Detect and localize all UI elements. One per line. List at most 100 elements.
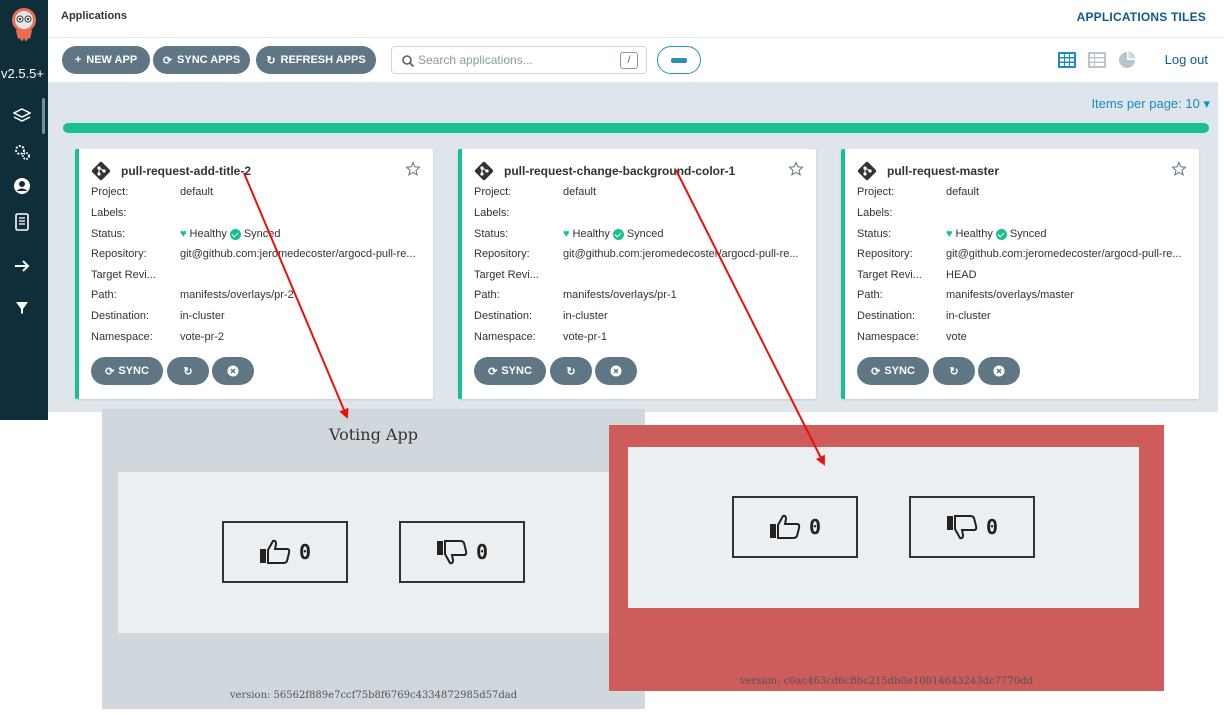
app-name[interactable]: pull-request-add-title-2 [121, 164, 251, 178]
refresh-button[interactable]: ↻ [167, 357, 209, 385]
user-icon[interactable] [12, 176, 32, 196]
thumbs-down-icon [436, 540, 468, 565]
app-card[interactable]: pull-request-change-background-color-1 Pr… [458, 149, 816, 399]
field-label: Repository: [474, 248, 530, 260]
layers-icon[interactable] [12, 106, 32, 126]
docs-icon[interactable] [12, 212, 32, 232]
heart-icon: ♥ [180, 228, 187, 240]
refresh-icon: ↻ [566, 365, 576, 378]
active-indicator [42, 98, 45, 134]
field-value: default [946, 186, 980, 198]
app-card[interactable]: pull-request-master Project: default Labels… [841, 149, 1199, 399]
star-icon[interactable] [788, 161, 804, 177]
close-circle-icon [610, 365, 622, 377]
field-label: Path: [474, 289, 500, 301]
field-label: Namespace: [91, 331, 153, 343]
field-value: default [180, 186, 214, 198]
check-circle-icon [229, 228, 241, 240]
field-label: Status: [474, 228, 509, 240]
voting-app-pr1: 0 0 version: c0ac463cd6c8bc215db0e100146… [609, 425, 1164, 691]
field-label: Namespace: [857, 331, 919, 343]
caret-down-icon: ▾ [1203, 96, 1210, 111]
app-name[interactable]: pull-request-master [887, 164, 999, 178]
vote-down-button[interactable]: 0 [909, 496, 1035, 558]
field-label: Destination: [474, 310, 533, 322]
field-label: Destination: [857, 310, 916, 322]
sync-button[interactable]: ⟳ SYNC [857, 357, 929, 385]
vote-panel: 0 0 [118, 472, 629, 633]
search-shortcut-hint: / [620, 52, 638, 69]
delete-button[interactable] [978, 357, 1020, 385]
field-value: git@github.com:jeromedecoster/argocd-pul… [946, 248, 1182, 260]
field-value: in-cluster [946, 310, 991, 322]
star-icon[interactable] [405, 161, 421, 177]
summary-view-icon[interactable] [1117, 51, 1137, 69]
vote-up-button[interactable]: 0 [222, 521, 348, 583]
new-app-label: NEW APP [86, 54, 138, 66]
top-bar: Applications APPLICATIONS TILES [48, 0, 1224, 38]
field-value: default [563, 186, 597, 198]
filter-icon[interactable] [12, 298, 32, 318]
status-value: ♥ Healthy Synced [180, 228, 430, 240]
field-value: vote [946, 331, 967, 343]
git-icon [474, 161, 494, 181]
version-text: version: c0ac463cd6c8bc215db0e1001464324… [739, 676, 1034, 687]
field-value: vote-pr-1 [563, 331, 608, 343]
list-view-icon[interactable] [1087, 51, 1107, 69]
thumbs-down-icon [946, 515, 978, 540]
search-icon [402, 55, 415, 68]
vote-down-button[interactable]: 0 [399, 521, 525, 583]
arrow-right-icon[interactable] [12, 256, 32, 276]
refresh-apps-label: REFRESH APPS [280, 54, 366, 66]
thumbs-up-icon [769, 514, 801, 539]
sync-button[interactable]: ⟳ SYNC [474, 357, 546, 385]
filter-toggle-button[interactable] [657, 46, 701, 74]
field-label: Labels: [474, 207, 510, 219]
status-value: ♥ Healthy Synced [563, 228, 813, 240]
gears-icon[interactable] [12, 142, 32, 162]
logout-link[interactable]: Log out [1165, 52, 1208, 67]
refresh-button[interactable]: ↻ [550, 357, 592, 385]
field-label: Status: [91, 228, 126, 240]
new-app-button[interactable]: + NEW APP [62, 46, 150, 74]
star-icon[interactable] [1171, 161, 1187, 177]
sync-apps-label: SYNC APPS [177, 54, 241, 66]
delete-button[interactable] [212, 357, 254, 385]
field-label: Repository: [857, 248, 913, 260]
search-input[interactable] [418, 51, 608, 69]
health-status: Healthy [955, 228, 993, 240]
field-label: Labels: [91, 207, 127, 219]
sync-icon: ⟳ [488, 365, 498, 378]
vote-up-button[interactable]: 0 [732, 496, 858, 558]
field-value: manifests/overlays/pr-2 [180, 289, 294, 301]
field-value: git@github.com:jeromedecoster/argocd-pul… [563, 248, 799, 260]
sidebar: v2.5.5+ [0, 0, 48, 420]
health-status: Healthy [189, 228, 227, 240]
field-label: Path: [91, 289, 117, 301]
app-name[interactable]: pull-request-change-background-color-1 [504, 164, 735, 178]
tiles-view-icon[interactable] [1057, 51, 1077, 69]
version-text: version: 56562f889e7ccf75b8f6769c4334872… [229, 690, 518, 701]
items-per-page-select[interactable]: Items per page: 10 ▾ [1091, 96, 1210, 112]
git-icon [857, 161, 877, 181]
delete-button[interactable] [595, 357, 637, 385]
refresh-icon: ↻ [949, 365, 959, 378]
field-value: in-cluster [180, 310, 225, 322]
refresh-button[interactable]: ↻ [933, 357, 975, 385]
field-label: Project: [857, 186, 895, 198]
vote-down-count: 0 [985, 515, 999, 539]
voting-app-pr2: Voting App 0 0 version: 56562f889e7ccf75… [102, 409, 645, 709]
field-label: Labels: [857, 207, 893, 219]
sync-apps-button[interactable]: ⟳ SYNC APPS [153, 46, 250, 74]
sync-icon: ⟳ [105, 365, 115, 378]
breadcrumb[interactable]: Applications [61, 10, 127, 22]
vote-panel: 0 0 [628, 447, 1139, 608]
refresh-apps-button[interactable]: ↻ REFRESH APPS [256, 46, 376, 74]
sync-button[interactable]: ⟳ SYNC [91, 357, 163, 385]
app-card[interactable]: pull-request-add-title-2 Project: default L… [75, 149, 433, 399]
field-label: Destination: [91, 310, 150, 322]
field-value: in-cluster [563, 310, 608, 322]
field-label: Target Revi... [91, 269, 156, 281]
argo-logo-icon[interactable] [10, 6, 38, 46]
field-label: Target Revi... [474, 269, 539, 281]
